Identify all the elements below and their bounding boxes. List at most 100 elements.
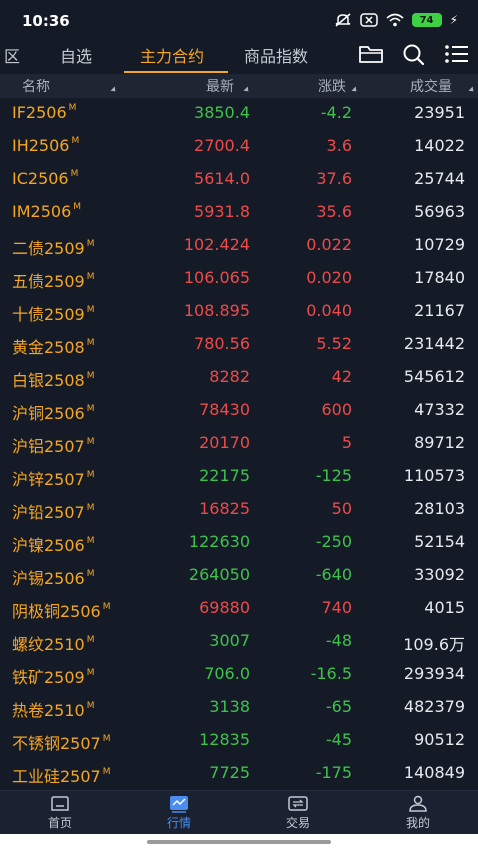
main-contract-badge: M: [86, 305, 95, 315]
last-price: 22175: [199, 466, 250, 485]
volume: 21167: [414, 301, 465, 320]
quote-row[interactable]: 热卷2510 M 3138 -65 482379: [0, 691, 478, 724]
top-tab-bar: 区 自选 主力合约 商品指数: [0, 40, 478, 73]
quote-row[interactable]: 铁矿2509 M 706.0 -16.5 293934: [0, 658, 478, 691]
last-price: 3007: [209, 631, 250, 650]
contract-name: 沪铝2507 M: [12, 433, 95, 457]
volume: 14022: [414, 136, 465, 155]
quote-list[interactable]: IF2506 M 3850.4 -4.2 23951 IH2506 M 2700.4 3.6 14…: [0, 97, 478, 790]
contract-name: 沪锡2506 M: [12, 565, 95, 589]
volume: 10729: [414, 235, 465, 254]
col-change[interactable]: 涨跌: [318, 76, 346, 96]
trade-icon: [288, 796, 308, 811]
quote-row[interactable]: 阴极铜2506 M 69880 740 4015: [0, 592, 478, 625]
contract-name-text: IF2506: [12, 103, 67, 122]
volume: 33092: [414, 565, 465, 584]
nav-home-label: 首页: [47, 816, 72, 830]
tab-region[interactable]: 区: [4, 43, 20, 67]
status-time: 10:36: [22, 12, 70, 30]
col-name[interactable]: 名称: [22, 76, 50, 96]
volume: 28103: [414, 499, 465, 518]
quote-row[interactable]: 五债2509 M 106.065 0.020 17840: [0, 262, 478, 295]
home-indicator[interactable]: [147, 840, 331, 844]
folder-icon[interactable]: [358, 43, 384, 65]
nav-home[interactable]: 首页: [30, 795, 90, 831]
volume: 545612: [403, 367, 465, 386]
price-change: -640: [315, 565, 352, 584]
quote-row[interactable]: 螺纹2510 M 3007 -48 109.6万: [0, 625, 478, 658]
last-price: 78430: [199, 400, 250, 419]
charging-icon: ⚡: [449, 13, 458, 27]
volume: 110573: [403, 466, 465, 485]
last-price: 5614.0: [194, 169, 250, 188]
quote-row[interactable]: 沪锌2507 M 22175 -125 110573: [0, 460, 478, 493]
price-change: 740: [321, 598, 352, 617]
market-icon: [170, 796, 188, 813]
last-price: 102.424: [183, 235, 250, 254]
quote-row[interactable]: 沪铝2507 M 20170 5 89712: [0, 427, 478, 460]
main-contract-badge: M: [86, 470, 95, 480]
col-volume[interactable]: 成交量: [410, 76, 452, 96]
last-price: 2700.4: [194, 136, 250, 155]
quote-row[interactable]: 白银2508 M 8282 42 545612: [0, 361, 478, 394]
tab-main-contracts[interactable]: 主力合约: [140, 43, 204, 67]
nav-trade-label: 交易: [285, 816, 310, 830]
quote-row[interactable]: IC2506 M 5614.0 37.6 25744: [0, 163, 478, 196]
contract-name-text: 不锈钢2507: [12, 734, 101, 753]
main-contract-badge: M: [86, 569, 95, 579]
price-change: -125: [315, 466, 352, 485]
price-change: -4.2: [320, 103, 352, 122]
main-contract-badge: M: [86, 668, 95, 678]
tab-watchlist[interactable]: 自选: [60, 43, 92, 67]
sort-arrow-icon: [468, 86, 476, 94]
contract-name-text: 沪铜2506: [12, 404, 85, 423]
main-contract-badge: M: [68, 103, 77, 113]
contract-name: IF2506 M: [12, 103, 76, 122]
nav-market[interactable]: 行情: [149, 795, 209, 831]
quote-row[interactable]: IM2506 M 5931.8 35.6 56963: [0, 196, 478, 229]
quote-row[interactable]: 不锈钢2507 M 12835 -45 90512: [0, 724, 478, 757]
contract-name: IC2506 M: [12, 169, 78, 188]
quote-row[interactable]: 沪锡2506 M 264050 -640 33092: [0, 559, 478, 592]
volume: 109.6万: [403, 635, 465, 654]
quote-row[interactable]: 十债2509 M 108.895 0.040 21167: [0, 295, 478, 328]
quote-row[interactable]: 黄金2508 M 780.56 5.52 231442: [0, 328, 478, 361]
volume: 89712: [414, 433, 465, 452]
last-price: 106.065: [183, 268, 250, 287]
contract-name: 铁矿2509 M: [12, 664, 95, 688]
contract-name: 沪镍2506 M: [12, 532, 95, 556]
price-change: -48: [325, 631, 352, 650]
nav-trade[interactable]: 交易: [268, 795, 328, 831]
volume: 231442: [403, 334, 465, 353]
quote-row[interactable]: 二债2509 M 102.424 0.022 10729: [0, 229, 478, 262]
contract-name-text: 工业硅2507: [12, 767, 101, 786]
quote-row[interactable]: 沪铅2507 M 16825 50 28103: [0, 493, 478, 526]
main-contract-badge: M: [102, 767, 111, 777]
volume: 25744: [414, 169, 465, 188]
contract-name: 沪锌2507 M: [12, 466, 95, 490]
col-price[interactable]: 最新: [206, 76, 234, 96]
contract-name-text: 沪镍2506: [12, 536, 85, 555]
volume: 56963: [414, 202, 465, 221]
tab-commodity-index[interactable]: 商品指数: [244, 43, 308, 67]
quote-row[interactable]: 工业硅2507 M 7725 -175 140849: [0, 757, 478, 790]
main-contract-badge: M: [86, 404, 95, 414]
volume: 23951: [414, 103, 465, 122]
last-price: 7725: [209, 763, 250, 782]
menu-icon[interactable]: [444, 43, 470, 65]
nav-profile[interactable]: 我的: [388, 795, 448, 831]
quote-row[interactable]: 沪铜2506 M 78430 600 47332: [0, 394, 478, 427]
price-change: 35.6: [316, 202, 352, 221]
quote-row[interactable]: IH2506 M 2700.4 3.6 14022: [0, 130, 478, 163]
quote-row[interactable]: 沪镍2506 M 122630 -250 52154: [0, 526, 478, 559]
contract-name-text: 黄金2508: [12, 338, 85, 357]
battery-icon: 74: [411, 13, 442, 27]
last-price: 122630: [188, 532, 250, 551]
last-price: 8282: [209, 367, 250, 386]
quote-row[interactable]: IF2506 M 3850.4 -4.2 23951: [0, 97, 478, 130]
main-contract-badge: M: [70, 169, 79, 179]
volume: 293934: [403, 664, 465, 683]
search-icon[interactable]: [401, 43, 427, 65]
contract-name: 螺纹2510 M: [12, 631, 95, 655]
contract-name-text: 二债2509: [12, 239, 85, 258]
